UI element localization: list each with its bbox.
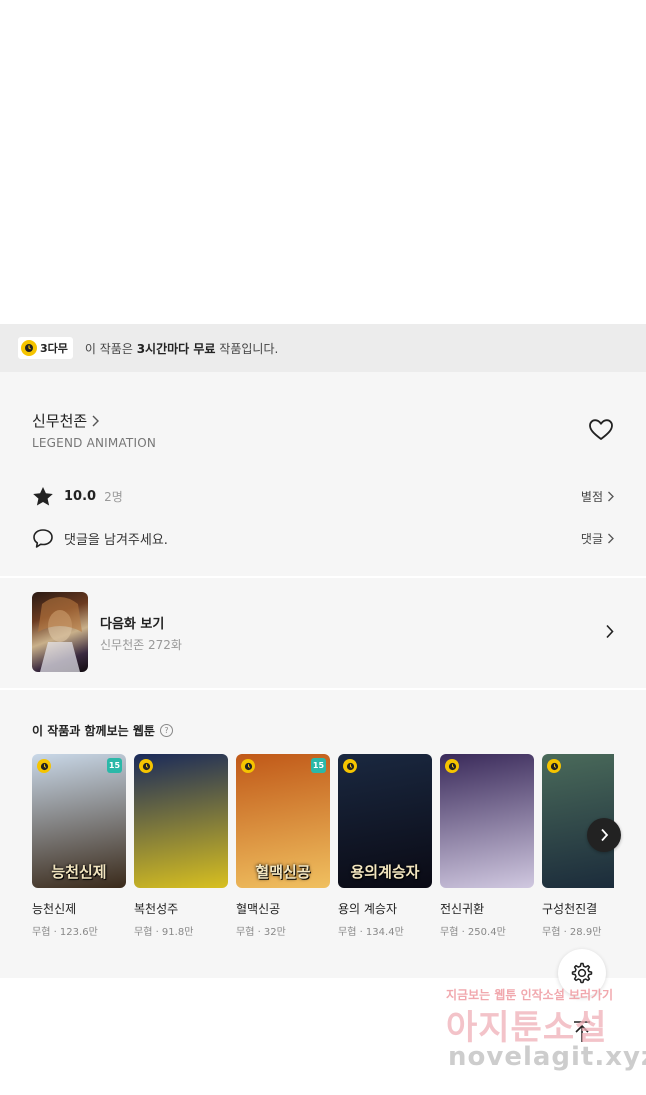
badge-label: 3다무 <box>40 342 68 355</box>
recommendation-meta: 무협 · 91.8만 <box>134 927 194 938</box>
next-episode-label: 다음화 보기 <box>100 617 165 632</box>
comment-prompt-row[interactable]: 댓글을 남겨주세요. <box>32 528 168 549</box>
wait-free-badge: 3다무 <box>18 337 73 359</box>
recommendation-name: 능천신제 <box>32 902 77 916</box>
star-icon <box>33 487 53 506</box>
rate-link-label: 별점 <box>580 490 603 504</box>
clock-icon <box>21 340 37 356</box>
help-icon[interactable]: ? <box>159 724 173 737</box>
comment-link-label: 댓글 <box>580 532 603 546</box>
cover-title-art: 능천신제 <box>51 863 107 881</box>
recommendation-meta: 무협 · 250.4만 <box>440 927 506 938</box>
recommendation-card[interactable]: 15 능천신제 능천신제 무협 · 123.6만 <box>32 754 126 938</box>
recommendation-name: 구성천진결 <box>542 902 598 916</box>
series-title-link[interactable]: 신무천존 <box>32 410 100 431</box>
heart-icon[interactable] <box>588 418 614 442</box>
recommendation-title: 이 작품과 함께보는 웹툰 <box>32 724 155 738</box>
next-episode-card[interactable]: 다음화 보기 신무천존 272화 <box>0 578 646 688</box>
comment-prompt: 댓글을 남겨주세요. <box>64 533 168 548</box>
chevron-right-icon <box>608 533 614 544</box>
chevron-right-icon <box>92 415 100 426</box>
next-episode-sub: 신무천존 272화 <box>100 638 182 652</box>
clock-icon <box>547 759 561 773</box>
recommendation-meta: 무협 · 28.9만 <box>542 927 602 938</box>
rating-count: 2명 <box>104 490 123 504</box>
recommendation-meta: 무협 · 32만 <box>236 927 286 938</box>
recommendation-name: 용의 계승자 <box>338 902 398 916</box>
recommendation-title-row: 이 작품과 함께보는 웹툰 ? <box>32 722 173 739</box>
series-author: LEGEND ANIMATION <box>32 436 157 450</box>
recommendation-cover: 용의계승자 <box>338 754 432 888</box>
comment-link[interactable]: 댓글 <box>581 530 614 547</box>
recommendation-card[interactable]: 복천성주무협 · 91.8만 <box>134 754 228 938</box>
chevron-right-icon <box>608 491 614 502</box>
recommendation-cover <box>134 754 228 888</box>
recommendation-meta: 무협 · 134.4만 <box>338 927 404 938</box>
watermark-line3: novelagit.xyz <box>448 1042 646 1072</box>
next-episode-thumbnail <box>32 592 88 672</box>
rating-value: 10.0 <box>64 489 97 504</box>
chevron-right-icon <box>606 624 614 639</box>
clock-icon <box>37 759 51 773</box>
cover-title-art: 용의계승자 <box>350 863 420 881</box>
recommendation-name: 전신귀환 <box>440 902 485 916</box>
clock-icon <box>445 759 459 773</box>
series-info: 신무천존 LEGEND ANIMATION 10.0 2명 별점 댓글을 남겨주… <box>0 372 646 576</box>
clock-icon <box>139 759 153 773</box>
free-notice-bar: 3다무 이 작품은 3시간마다 무료 작품입니다. <box>0 324 646 372</box>
age-rating-badge: 15 <box>311 758 326 773</box>
recommendation-cover: 15 혈맥신공 <box>236 754 330 888</box>
notice-suffix: 작품입니다. <box>215 341 279 356</box>
rating-row: 10.0 2명 <box>32 486 123 507</box>
rate-link[interactable]: 별점 <box>581 488 614 505</box>
speech-bubble-icon <box>33 529 53 548</box>
notice-prefix: 이 작품은 <box>84 341 137 356</box>
gear-icon <box>571 962 593 984</box>
notice-bold: 3시간마다 무료 <box>136 341 216 356</box>
recommendation-list: 15 능천신제 능천신제 무협 · 123.6만 복천성주 무협 · 91.8만 15 혈맥신… <box>32 754 614 954</box>
carousel-next-button[interactable] <box>587 818 621 852</box>
recommendation-name: 복천성주 <box>134 902 179 916</box>
recommendation-cover: 15 능천신제 <box>32 754 126 888</box>
chevron-right-icon <box>600 828 608 842</box>
recommendation-cover <box>440 754 534 888</box>
series-title: 신무천존 <box>32 412 88 430</box>
recommendation-name: 혈맥신공 <box>236 902 281 916</box>
recommendation-card[interactable]: 전신귀환무협 · 250.4만 <box>440 754 534 938</box>
clock-icon <box>241 759 255 773</box>
notice-text: 이 작품은 3시간마다 무료 작품입니다. <box>85 340 278 357</box>
recommendation-card[interactable]: 15 혈맥신공 혈맥신공 무협 · 32만 <box>236 754 330 938</box>
clock-icon <box>343 759 357 773</box>
recommendation-meta: 무협 · 123.6만 <box>32 927 98 938</box>
recommendation-card[interactable]: 용의계승자용의 계승자무협 · 134.4만 <box>338 754 432 938</box>
cover-title-art: 혈맥신공 <box>255 863 311 881</box>
age-rating-badge: 15 <box>107 758 122 773</box>
recommendation-section: 이 작품과 함께보는 웹툰 ? 15 능천신제 능천신제 무협 · 123.6만 복천성… <box>0 690 646 978</box>
